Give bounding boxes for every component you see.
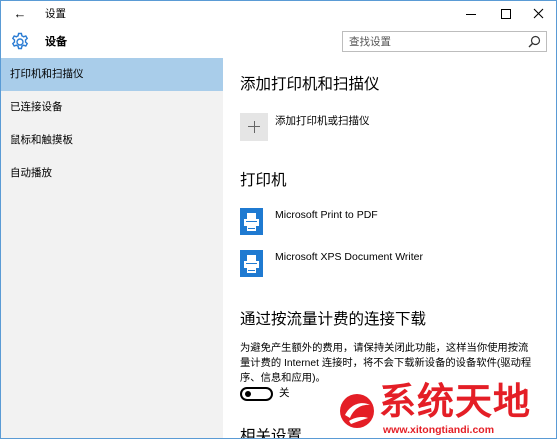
sidebar-item-mouse-touchpad[interactable]: 鼠标和触摸板 xyxy=(1,124,223,157)
printer-item[interactable]: Microsoft XPS Document Writer xyxy=(240,250,540,278)
toggle-state-label: 关 xyxy=(279,387,290,399)
sidebar-item-label: 自动播放 xyxy=(10,167,52,179)
window-title: 设置 xyxy=(45,8,66,20)
sidebar-item-label: 打印机和扫描仪 xyxy=(10,68,84,80)
watermark-text: 系统天地 xyxy=(379,381,531,422)
metered-description: 为避免产生额外的费用，请保持关闭此功能，这样当你使用按流量计费的 Interne… xyxy=(240,343,532,384)
printer-item[interactable]: Microsoft Print to PDF xyxy=(240,208,540,236)
watermark-swirl-icon xyxy=(340,394,374,428)
page-title: 设备 xyxy=(45,36,67,48)
toggle-knob xyxy=(245,391,251,397)
gear-icon xyxy=(11,32,29,50)
related-settings-heading: 相关设置 xyxy=(240,428,303,438)
add-printer-label[interactable]: 添加打印机或扫描仪 xyxy=(275,115,370,128)
close-icon xyxy=(533,8,544,19)
watermark-logo: 系统天地 www.xitongtiandi.com xyxy=(337,381,555,438)
search-input[interactable] xyxy=(349,34,519,49)
printer-name: Microsoft Print to PDF xyxy=(275,209,378,221)
settings-window: ← 设置 设备 查找设置 打印机和扫描仪 已连接设备 鼠标和触摸板 自动播放 添… xyxy=(0,0,557,439)
sidebar-item-connected-devices[interactable]: 已连接设备 xyxy=(1,91,223,124)
title-bar: ← 设置 xyxy=(1,1,556,28)
search-box[interactable] xyxy=(342,31,547,52)
minimize-icon xyxy=(466,14,476,15)
sidebar-item-label: 鼠标和触摸板 xyxy=(10,134,73,146)
maximize-button[interactable] xyxy=(495,5,517,23)
printer-name: Microsoft XPS Document Writer xyxy=(275,251,424,263)
plus-icon-stroke xyxy=(253,121,255,133)
add-printer-button[interactable] xyxy=(240,113,268,141)
sidebar-item-label: 已连接设备 xyxy=(10,101,63,113)
watermark-url: www.xitongtiandi.com xyxy=(383,424,495,436)
minimize-button[interactable] xyxy=(460,5,482,23)
add-section-heading: 添加打印机和扫描仪 xyxy=(240,76,380,93)
search-icon[interactable] xyxy=(528,35,541,48)
printer-icon xyxy=(240,250,263,277)
sidebar: 打印机和扫描仪 已连接设备 鼠标和触摸板 自动播放 xyxy=(1,58,223,438)
metered-heading: 通过按流量计费的连接下载 xyxy=(240,311,427,328)
printers-heading: 打印机 xyxy=(240,172,287,189)
printer-icon xyxy=(240,208,263,235)
back-arrow-icon[interactable]: ← xyxy=(9,4,31,24)
sidebar-item-autoplay[interactable]: 自动播放 xyxy=(1,157,223,190)
page-header: 设备 xyxy=(1,28,556,58)
close-button[interactable] xyxy=(528,5,550,23)
sidebar-item-printers-scanners[interactable]: 打印机和扫描仪 xyxy=(1,58,223,91)
metered-download-toggle[interactable] xyxy=(240,387,273,401)
maximize-icon xyxy=(501,9,511,19)
